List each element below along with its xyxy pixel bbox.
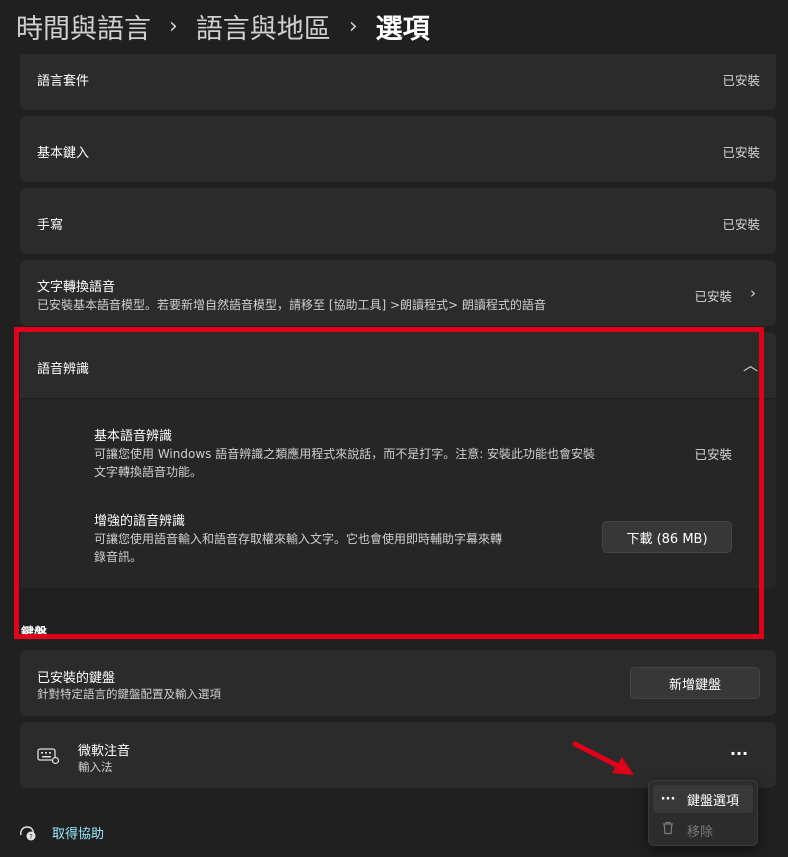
menu-item-label: 移除 [687, 824, 714, 840]
more-options-icon[interactable]: ··· [724, 744, 754, 766]
status-badge: 已安裝 [694, 289, 732, 304]
installed-keyboards-card: 已安裝的鍵盤 針對特定語言的鍵盤配置及輸入選項 新增鍵盤 [20, 650, 776, 716]
get-help-link[interactable]: ? 取得協助 [18, 822, 104, 842]
feature-title: 手寫 [37, 218, 64, 233]
trash-icon [653, 821, 683, 839]
feature-subtitle: 已安裝基本語音模型。若要新增自然語音模型，請移至 [協助工具] >朗讀程式> 朗… [37, 298, 546, 312]
help-icon: ? [18, 822, 38, 842]
status-badge: 已安裝 [722, 217, 760, 232]
feature-basic-typing: 基本鍵入 已安裝 [20, 116, 776, 182]
annotation-arrow [572, 741, 634, 775]
ime-title: 微軟注音 [78, 744, 131, 759]
feature-title: 語言套件 [37, 74, 90, 89]
breadcrumb-time-language[interactable]: 時間與語言 [16, 7, 151, 46]
highlight-box [14, 327, 764, 639]
breadcrumb-language-region[interactable]: 語言與地區 [196, 7, 331, 46]
menu-item-keyboard-options[interactable]: ··· 鍵盤選項 [653, 785, 753, 813]
menu-item-label: 鍵盤選項 [687, 793, 740, 809]
feature-title: 基本鍵入 [37, 146, 90, 161]
status-badge: 已安裝 [722, 145, 760, 160]
feature-language-pack: 語言套件 已安裝 [20, 54, 776, 110]
context-menu: ··· 鍵盤選項 移除 [648, 780, 758, 846]
chevron-right-icon: › [750, 284, 756, 302]
installed-keyboards-title: 已安裝的鍵盤 [37, 671, 116, 686]
keyboard-icon [36, 743, 60, 767]
status-badge: 已安裝 [722, 73, 760, 88]
feature-text-to-speech[interactable]: 文字轉換語音 已安裝基本語音模型。若要新增自然語音模型，請移至 [協助工具] >… [20, 260, 776, 326]
installed-keyboards-subtitle: 針對特定語言的鍵盤配置及輸入選項 [37, 687, 221, 701]
breadcrumb-separator: › [169, 13, 178, 39]
svg-text:?: ? [29, 833, 33, 841]
feature-title: 文字轉換語音 [37, 280, 116, 295]
keyboard-ime-row: 微軟注音 輸入法 ··· [20, 722, 776, 788]
menu-item-remove[interactable]: 移除 [653, 816, 753, 844]
get-help-label: 取得協助 [52, 826, 105, 842]
add-keyboard-button[interactable]: 新增鍵盤 [630, 667, 760, 699]
breadcrumb: 時間與語言 › 語言與地區 › 選項 [16, 6, 430, 46]
more-icon: ··· [660, 791, 676, 807]
feature-handwriting: 手寫 已安裝 [20, 188, 776, 254]
page-title: 選項 [375, 13, 430, 45]
breadcrumb-separator: › [348, 13, 358, 39]
ime-subtitle: 輸入法 [78, 760, 113, 774]
